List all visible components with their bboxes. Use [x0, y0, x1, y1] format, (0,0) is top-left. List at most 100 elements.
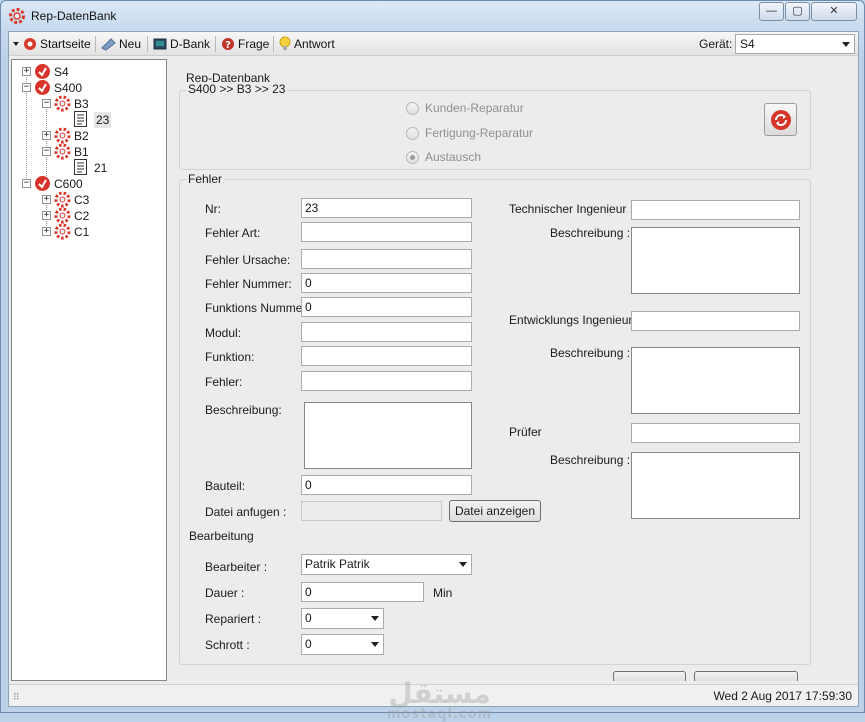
tree-node-s4[interactable]: + S4 — [22, 64, 162, 80]
modul-field[interactable] — [301, 322, 472, 342]
tree-node-23[interactable]: 23 — [62, 111, 162, 128]
geraet-select[interactable]: S4 — [735, 34, 855, 54]
pruefer-label: Prüfer — [509, 425, 542, 439]
collapse-icon[interactable]: − — [22, 83, 31, 92]
fehler-group: Fehler Nr: 23 Fehler Art: Fehler Ursache… — [179, 172, 811, 665]
expand-icon[interactable]: + — [42, 131, 51, 140]
entw-beschreibung-textarea[interactable] — [631, 347, 800, 414]
collapse-icon[interactable]: − — [42, 99, 51, 108]
new-icon — [101, 38, 116, 51]
tree-node-b3[interactable]: − B3 — [42, 95, 162, 112]
dauer-field[interactable]: 0 — [301, 582, 424, 602]
radio-circle[interactable] — [406, 102, 419, 115]
fehler-art-field[interactable] — [301, 222, 472, 242]
tree-node-c3[interactable]: + C3 — [42, 191, 162, 208]
pruefer-beschreibung-label: Beschreibung : — [550, 453, 631, 467]
fehler-nummer-label: Fehler Nummer: — [205, 277, 292, 291]
partially-hidden-button[interactable] — [613, 671, 686, 681]
gear-icon — [54, 191, 71, 208]
fehler-field[interactable] — [301, 371, 472, 391]
d-bank-button[interactable]: D-Bank — [153, 36, 210, 52]
minimize-button[interactable]: — — [759, 2, 784, 21]
tree-node-b2[interactable]: + B2 — [42, 127, 162, 144]
datei-anfugen-label: Datei anfugen : — [205, 505, 287, 519]
client-area: Startseite Neu D-Bank ? Frage Antwort Ger… — [8, 31, 859, 721]
toolbar-separator — [215, 36, 216, 52]
chevron-down-icon — [371, 642, 379, 647]
collapse-icon[interactable]: − — [22, 179, 31, 188]
svg-text:?: ? — [225, 40, 231, 51]
fehler-ursache-field[interactable] — [301, 249, 472, 269]
fehler-nummer-field[interactable]: 0 — [301, 273, 472, 293]
tree-node-s400[interactable]: − S400 — [22, 80, 162, 96]
radio-circle[interactable] — [406, 151, 419, 164]
tree-node-c600[interactable]: − C600 — [22, 176, 162, 192]
breadcrumb: S400 >> B3 >> 23 — [186, 82, 288, 96]
device-tree[interactable]: + S4 − S400 − B3 23 + B2 − B1 21 − C600 … — [11, 59, 167, 681]
fehler-group-title: Fehler — [186, 172, 225, 186]
grip-icon[interactable]: ⠿ — [13, 692, 21, 703]
antwort-label: Antwort — [294, 37, 335, 51]
tree-node-label: C3 — [74, 193, 90, 207]
collapse-icon[interactable]: − — [42, 147, 51, 156]
partially-hidden-button[interactable] — [694, 671, 798, 681]
repariert-label: Repariert : — [205, 612, 262, 626]
watermark-latin: mostaql.com — [387, 707, 493, 722]
tree-node-21[interactable]: 21 — [62, 159, 162, 176]
technischer-ingenieur-field[interactable] — [631, 200, 800, 220]
tree-node-label: C1 — [74, 225, 90, 239]
radio-circle[interactable] — [406, 127, 419, 140]
document-icon — [74, 159, 87, 175]
fehler-art-label: Fehler Art: — [205, 226, 261, 240]
toolbar-overflow-icon[interactable] — [13, 36, 19, 52]
gear-icon — [54, 143, 71, 160]
schrott-select[interactable]: 0 — [301, 634, 384, 655]
toolbar-separator — [95, 36, 96, 52]
tree-node-b1[interactable]: − B1 — [42, 143, 162, 160]
frage-button[interactable]: ? Frage — [221, 36, 269, 52]
funktion-field[interactable] — [301, 346, 472, 366]
tree-node-label: 21 — [94, 161, 108, 175]
bearbeiter-select[interactable]: Patrik Patrik — [301, 554, 472, 575]
refresh-icon — [771, 110, 791, 130]
neu-button[interactable]: Neu — [101, 36, 141, 52]
datei-anzeigen-button[interactable]: Datei anzeigen — [449, 500, 541, 522]
tree-node-label: S4 — [54, 65, 69, 79]
repariert-value: 0 — [305, 611, 312, 625]
bearbeiter-label: Bearbeiter : — [205, 560, 268, 574]
expand-icon[interactable]: + — [42, 211, 51, 220]
d-bank-label: D-Bank — [170, 37, 211, 51]
tech-beschreibung-textarea[interactable] — [631, 227, 800, 294]
maximize-button[interactable]: ▢ — [785, 2, 810, 21]
pruefer-field[interactable] — [631, 423, 800, 443]
tree-node-c1[interactable]: + C1 — [42, 223, 162, 240]
chevron-down-icon — [371, 616, 379, 621]
radio-kunden-reparatur[interactable]: Kunden-Reparatur — [406, 101, 524, 115]
expand-icon[interactable]: + — [22, 67, 31, 76]
funktions-nummer-field[interactable]: 0 — [301, 297, 472, 317]
radio-austausch[interactable]: Austausch — [406, 150, 481, 164]
title-bar[interactable]: Rep-DatenBank — ▢ ✕ — [1, 1, 864, 31]
database-icon — [153, 38, 167, 50]
nr-field[interactable]: 23 — [301, 198, 472, 218]
refresh-button[interactable] — [764, 103, 797, 136]
frage-label: Frage — [238, 37, 270, 51]
modul-label: Modul: — [205, 326, 242, 340]
expand-icon[interactable]: + — [42, 195, 51, 204]
antwort-button[interactable]: Antwort — [279, 36, 335, 52]
expand-icon[interactable]: + — [42, 227, 51, 236]
bauteil-field[interactable]: 0 — [301, 475, 472, 495]
tree-node-c2[interactable]: + C2 — [42, 207, 162, 224]
radio-fertigung-reparatur[interactable]: Fertigung-Reparatur — [406, 126, 533, 140]
pruefer-beschreibung-textarea[interactable] — [631, 452, 800, 519]
startseite-button[interactable]: Startseite — [23, 36, 91, 52]
status-datetime: Wed 2 Aug 2017 17:59:30 — [713, 689, 852, 703]
entwicklungs-ingenieur-field[interactable] — [631, 311, 800, 331]
beschreibung-textarea[interactable] — [304, 402, 472, 469]
tree-node-label: C2 — [74, 209, 90, 223]
repariert-select[interactable]: 0 — [301, 608, 384, 629]
close-button[interactable]: ✕ — [811, 2, 857, 21]
funktion-label: Funktion: — [205, 350, 255, 364]
device-icon — [35, 64, 50, 79]
schrott-label: Schrott : — [205, 638, 250, 652]
